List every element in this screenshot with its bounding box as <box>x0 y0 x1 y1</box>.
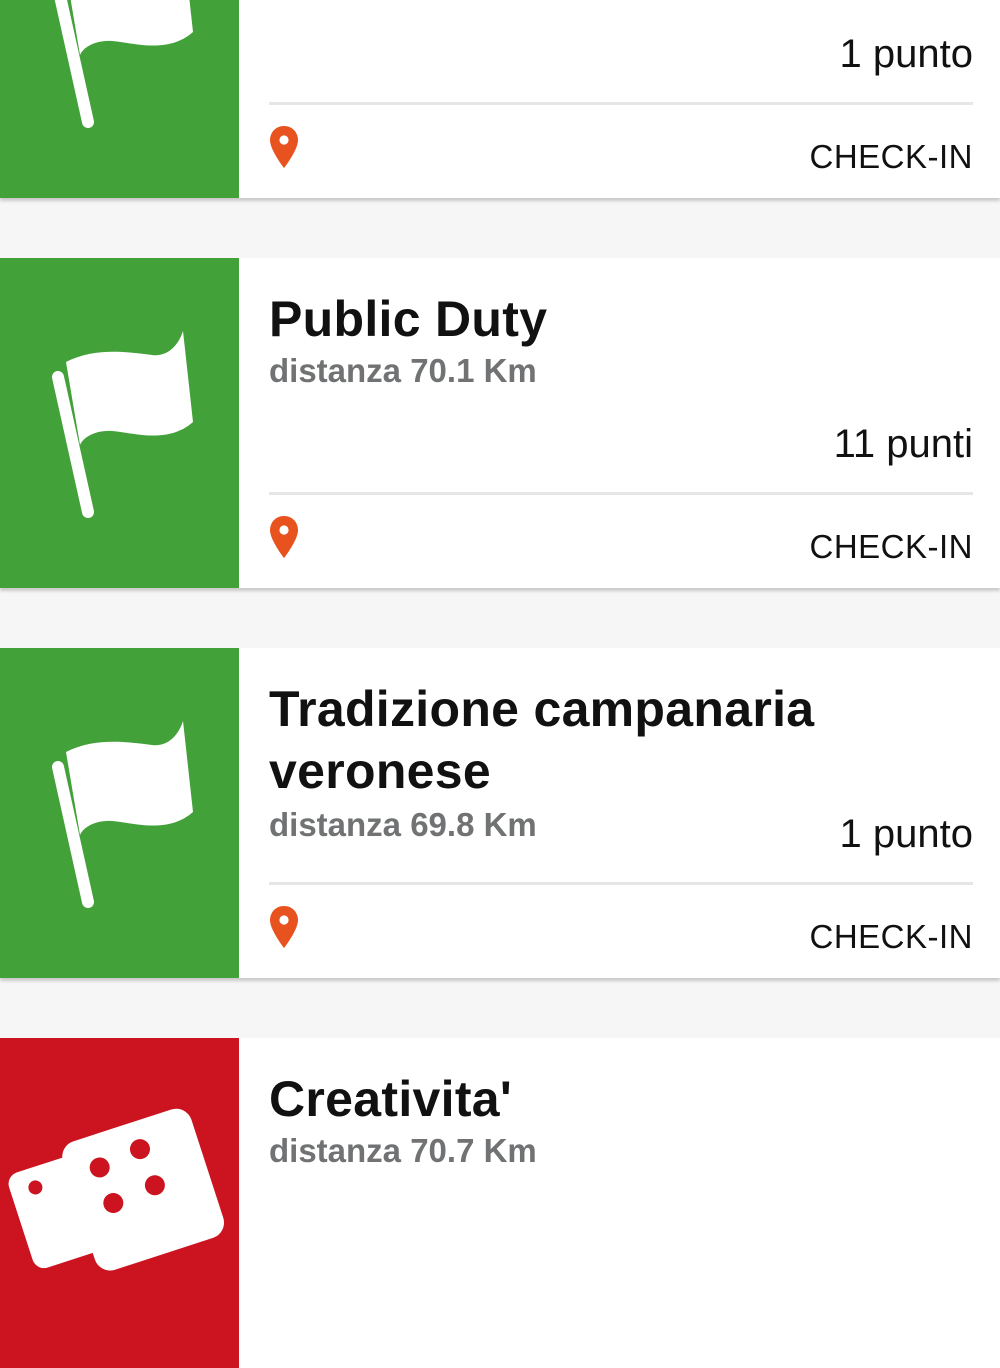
card-title: Creativita' <box>269 1071 513 1127</box>
card-thumbnail <box>0 1038 239 1368</box>
distance-label: distanza 70.7 Km <box>269 1132 537 1169</box>
location-pin-icon[interactable] <box>269 515 299 559</box>
distance-label: distanza 69.8 Km <box>269 806 537 843</box>
points-value: 1 punto <box>839 32 973 76</box>
points-value: 1 punto <box>839 812 973 856</box>
list-item[interactable]: Public Duty distanza 70.1 Km 11 punti CH… <box>0 258 1000 588</box>
points-value: 11 punti <box>833 422 973 466</box>
divider <box>269 492 973 495</box>
check-in-button[interactable]: CHECK-IN <box>809 528 973 566</box>
list-item[interactable]: Creativita' distanza 70.7 Km <box>0 1038 1000 1368</box>
list-item[interactable]: Tradizione campanaria veronese distanza … <box>0 648 1000 978</box>
card-thumbnail <box>0 648 239 978</box>
location-pin-icon[interactable] <box>269 125 299 169</box>
flag-icon <box>52 331 193 518</box>
card-thumbnail <box>0 0 239 198</box>
check-in-button[interactable]: CHECK-IN <box>809 138 973 176</box>
card-thumbnail <box>0 258 239 588</box>
check-in-button[interactable]: CHECK-IN <box>809 918 973 956</box>
dice-icon <box>8 1108 225 1271</box>
flag-icon <box>54 0 193 128</box>
card-title: Public Duty <box>269 291 548 347</box>
divider <box>269 102 973 105</box>
flag-icon <box>52 721 193 908</box>
card-title: Tradizione campanaria veronese <box>269 681 815 799</box>
distance-label: distanza 70.1 Km <box>269 352 537 389</box>
list-item[interactable]: 1 punto CHECK-IN <box>0 0 1000 198</box>
location-pin-icon[interactable] <box>269 905 299 949</box>
divider <box>269 882 973 885</box>
